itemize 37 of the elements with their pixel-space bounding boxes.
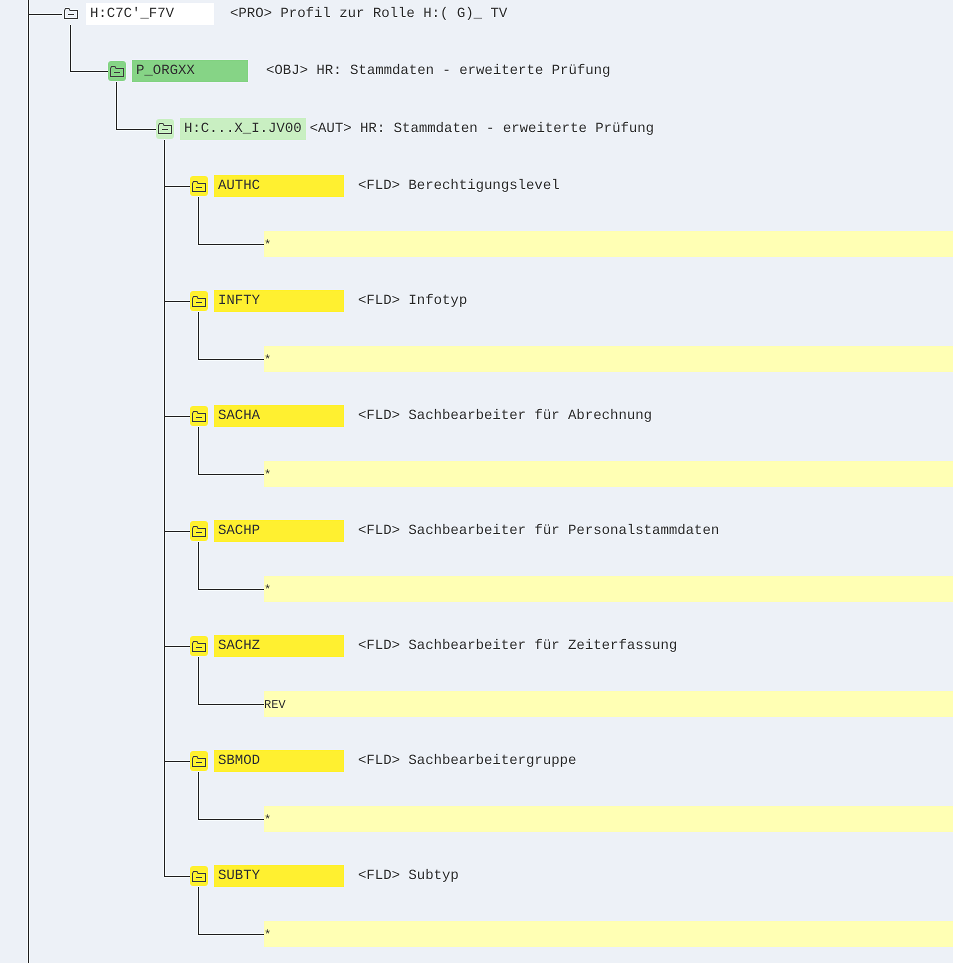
folder-minus-icon[interactable] <box>192 756 206 767</box>
field-value[interactable]: REV <box>264 690 953 717</box>
folder-minus-icon[interactable] <box>192 296 206 307</box>
node-name[interactable]: H:C...X_I.JV00 <box>180 118 306 140</box>
node-description: <FLD> Sachbearbeiter für Personalstammdaten <box>358 522 720 540</box>
folder-minus-icon[interactable] <box>64 8 78 20</box>
node-description: <FLD> Sachbearbeiter für Zeiterfassung <box>358 637 678 656</box>
field-value[interactable]: * <box>264 806 953 832</box>
folder-minus-icon[interactable] <box>192 526 206 537</box>
folder-minus-icon[interactable] <box>158 123 172 134</box>
node-description: <OBJ> HR: Stammdaten - erweiterte Prüfung <box>266 62 610 80</box>
node-name[interactable]: SACHZ <box>214 635 344 658</box>
field-value[interactable]: * <box>264 230 953 257</box>
field-value[interactable]: * <box>264 346 953 372</box>
node-name[interactable]: SACHP <box>214 520 344 542</box>
field-value[interactable]: * <box>264 460 953 487</box>
field-value[interactable]: * <box>264 920 953 947</box>
node-name[interactable]: H:C7C'_F7V <box>86 2 214 25</box>
node-description: <AUT> HR: Stammdaten - erweiterte Prüfung <box>310 120 654 138</box>
folder-minus-icon[interactable] <box>110 66 124 77</box>
folder-minus-icon[interactable] <box>192 180 206 192</box>
node-description: <FLD> Berechtigungslevel <box>358 177 560 196</box>
field-value[interactable]: * <box>264 576 953 602</box>
node-description: <FLD> Sachbearbeitergruppe <box>358 752 576 770</box>
folder-minus-icon[interactable] <box>192 640 206 652</box>
node-name[interactable]: SACHA <box>214 405 344 428</box>
node-description: <FLD> Subtyp <box>358 867 459 886</box>
node-description: <FLD> Infotyp <box>358 292 468 310</box>
node-description: <PRO> Profil zur Rolle H:( G)_ TV <box>230 4 508 23</box>
folder-minus-icon[interactable] <box>192 870 206 882</box>
node-name[interactable]: AUTHC <box>214 175 344 198</box>
node-name[interactable]: SUBTY <box>214 865 344 888</box>
folder-minus-icon[interactable] <box>192 410 206 422</box>
node-name[interactable]: SBMOD <box>214 750 344 772</box>
node-name[interactable]: P_ORGXX <box>132 60 248 82</box>
node-name[interactable]: INFTY <box>214 290 344 312</box>
node-description: <FLD> Sachbearbeiter für Abrechnung <box>358 407 652 426</box>
